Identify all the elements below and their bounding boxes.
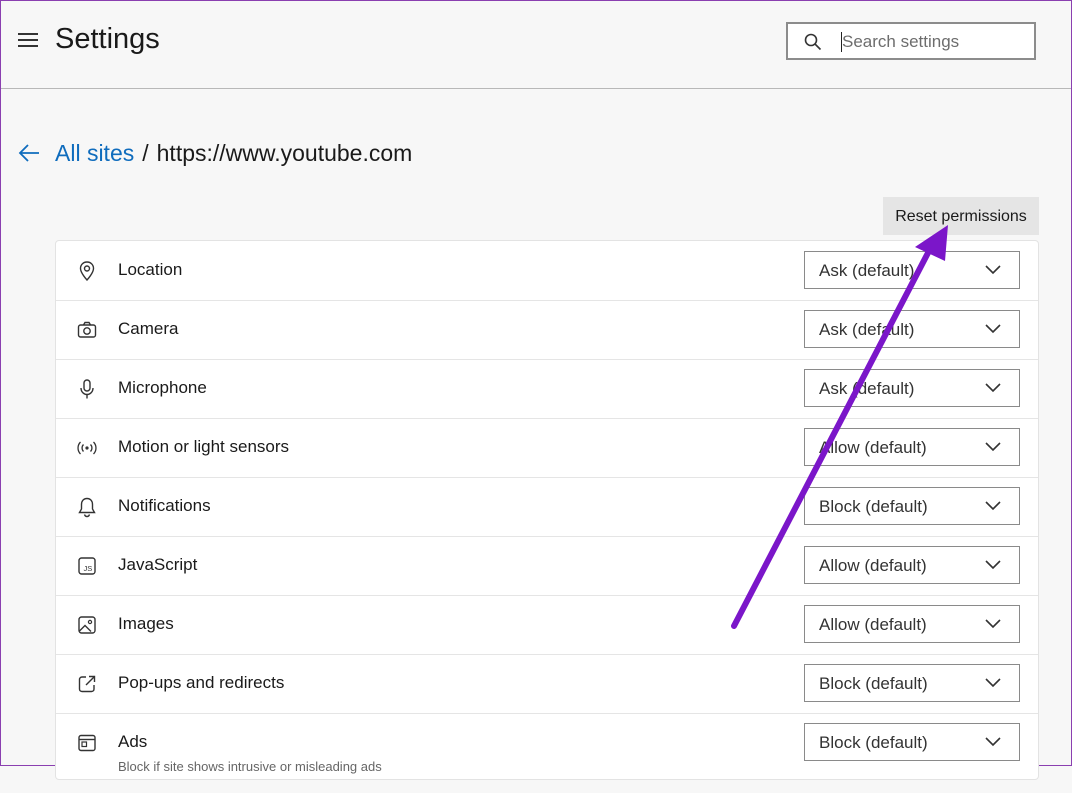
chevron-down-icon xyxy=(985,737,1001,747)
chevron-down-icon xyxy=(985,678,1001,688)
dropdown-value: Ask (default) xyxy=(819,320,915,339)
permission-row-ads: Ads Block if site shows intrusive or mis… xyxy=(56,713,1038,793)
chevron-down-icon xyxy=(985,324,1001,334)
bell-icon xyxy=(78,497,96,518)
permission-row-javascript: JS JavaScript Allow (default) xyxy=(56,536,1038,596)
permission-row-images: Images Allow (default) xyxy=(56,595,1038,655)
chevron-down-icon xyxy=(985,442,1001,452)
dropdown-value: Ask (default) xyxy=(819,379,915,398)
location-dropdown[interactable]: Ask (default) xyxy=(804,251,1020,289)
permission-row-notifications: Notifications Block (default) xyxy=(56,477,1038,537)
dropdown-value: Ask (default) xyxy=(819,261,915,280)
notifications-dropdown[interactable]: Block (default) xyxy=(804,487,1020,525)
permissions-panel: Location Ask (default) Camera Ask (defau… xyxy=(55,240,1039,780)
camera-icon xyxy=(77,321,97,338)
location-icon xyxy=(79,261,95,282)
breadcrumb-current-site: https://www.youtube.com xyxy=(156,139,413,166)
breadcrumb-separator: / xyxy=(142,139,149,166)
search-box[interactable] xyxy=(786,22,1036,60)
camera-dropdown[interactable]: Ask (default) xyxy=(804,310,1020,348)
svg-text:JS: JS xyxy=(84,564,93,573)
hamburger-menu-icon[interactable] xyxy=(18,33,40,51)
reset-permissions-button[interactable]: Reset permissions xyxy=(883,197,1039,235)
dropdown-value: Block (default) xyxy=(819,733,928,752)
chevron-down-icon xyxy=(985,265,1001,275)
permission-row-motion-sensors: Motion or light sensors Allow (default) xyxy=(56,418,1038,478)
sensors-icon xyxy=(77,441,97,455)
chevron-down-icon xyxy=(985,619,1001,629)
ads-icon xyxy=(78,734,96,752)
breadcrumb-all-sites-link[interactable]: All sites xyxy=(55,140,134,167)
permission-label: Microphone xyxy=(118,378,207,397)
dropdown-value: Allow (default) xyxy=(819,438,927,457)
permission-label: Notifications xyxy=(118,496,211,515)
permission-label: Motion or light sensors xyxy=(118,437,290,456)
chevron-down-icon xyxy=(985,383,1001,393)
popup-icon xyxy=(78,675,96,693)
permission-label: Ads xyxy=(118,732,148,751)
javascript-dropdown[interactable]: Allow (default) xyxy=(804,546,1020,584)
microphone-icon xyxy=(80,379,94,399)
back-arrow-icon[interactable] xyxy=(17,141,41,165)
permission-row-camera: Camera Ask (default) xyxy=(56,300,1038,360)
permission-row-popups: Pop-ups and redirects Block (default) xyxy=(56,654,1038,714)
permission-row-location: Location Ask (default) xyxy=(56,241,1038,301)
dropdown-value: Allow (default) xyxy=(819,615,927,634)
permission-label: JavaScript xyxy=(118,555,198,574)
image-icon xyxy=(78,616,96,634)
popups-dropdown[interactable]: Block (default) xyxy=(804,664,1020,702)
permission-description: Block if site shows intrusive or mislead… xyxy=(118,759,382,774)
text-cursor xyxy=(841,32,842,52)
dropdown-value: Allow (default) xyxy=(819,556,927,575)
dropdown-value: Block (default) xyxy=(819,497,928,516)
breadcrumb: All sites / https://www.youtube.com xyxy=(17,138,412,168)
javascript-icon: JS xyxy=(78,557,96,575)
top-bar: Settings xyxy=(1,1,1071,89)
chevron-down-icon xyxy=(985,560,1001,570)
permission-label: Location xyxy=(118,260,183,279)
search-icon xyxy=(804,33,822,51)
permission-label: Camera xyxy=(118,319,179,338)
ads-dropdown[interactable]: Block (default) xyxy=(804,723,1020,761)
permission-label: Images xyxy=(118,614,174,633)
page-title: Settings xyxy=(55,23,160,55)
chevron-down-icon xyxy=(985,501,1001,511)
permission-row-microphone: Microphone Ask (default) xyxy=(56,359,1038,419)
permission-label: Pop-ups and redirects xyxy=(118,673,285,692)
dropdown-value: Block (default) xyxy=(819,674,928,693)
images-dropdown[interactable]: Allow (default) xyxy=(804,605,1020,643)
search-input[interactable] xyxy=(840,30,1029,54)
microphone-dropdown[interactable]: Ask (default) xyxy=(804,369,1020,407)
motion-sensors-dropdown[interactable]: Allow (default) xyxy=(804,428,1020,466)
